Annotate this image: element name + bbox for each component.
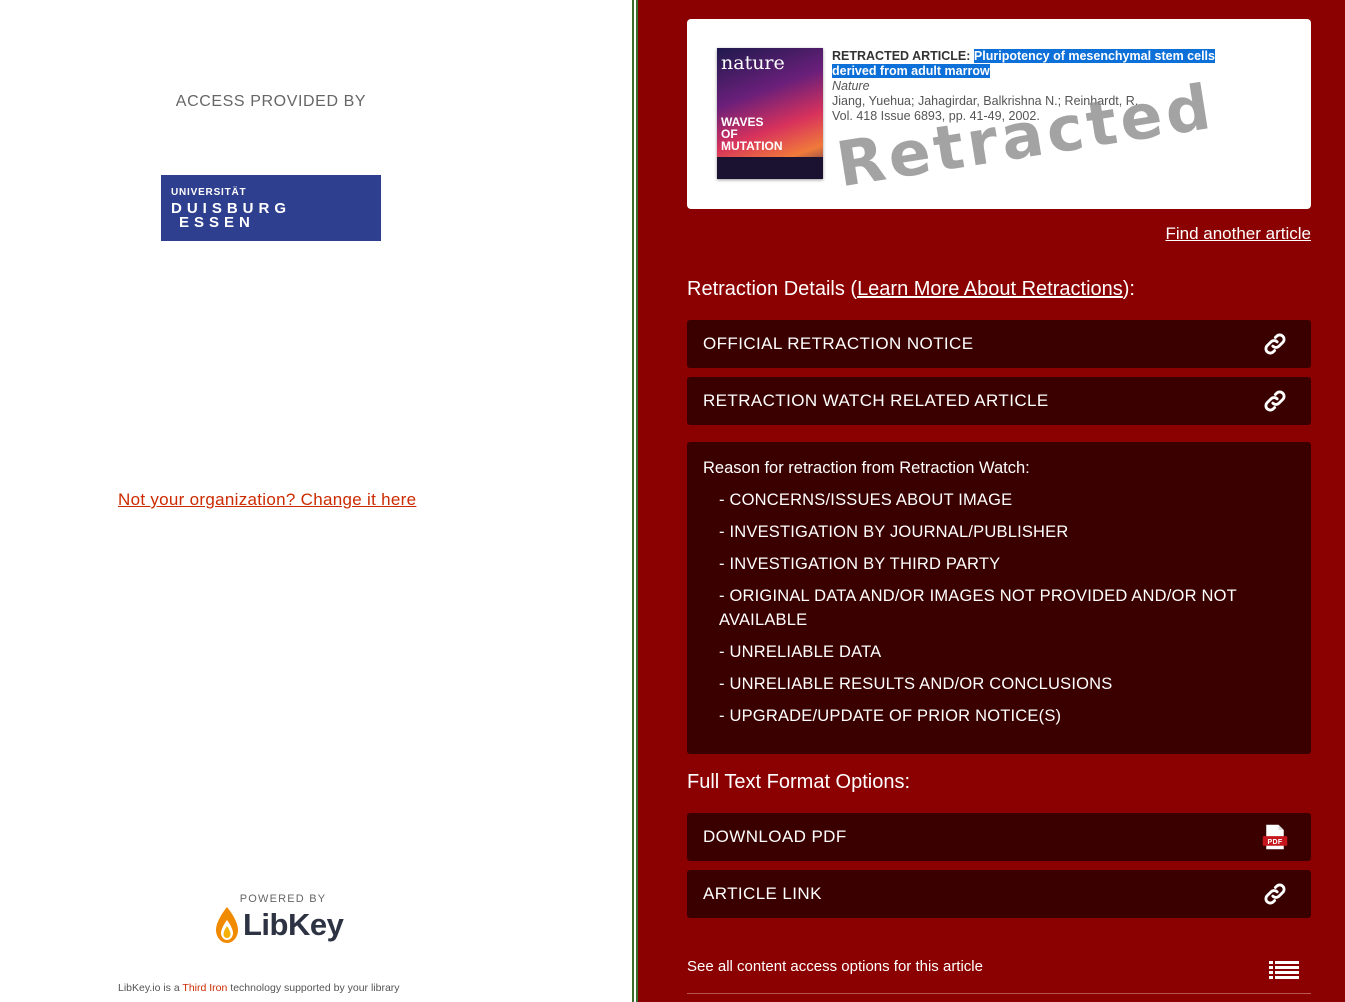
- cover-footer: [717, 157, 823, 179]
- article-link-label: ARTICLE LINK: [703, 884, 822, 903]
- article-citation: Vol. 418 Issue 6893, pp. 41-49, 2002.: [832, 109, 1040, 123]
- see-all-options-label: See all content access options for this …: [687, 958, 983, 975]
- article-authors: Jiang, Yuehua; Jahagirdar, Balkrishna N.…: [832, 94, 1139, 108]
- link-icon: [1261, 387, 1289, 415]
- powered-by-label: POWERED BY: [239, 893, 327, 905]
- reason-list: - CONCERNS/ISSUES ABOUT IMAGE - INVESTIG…: [703, 488, 1295, 728]
- reason-item: - INVESTIGATION BY JOURNAL/PUBLISHER: [719, 523, 1069, 541]
- retracted-kind-label: RETRACTED ARTICLE:: [832, 49, 971, 63]
- article-link-button[interactable]: ARTICLE LINK: [687, 870, 1311, 918]
- retraction-watch-article-button[interactable]: RETRACTION WATCH RELATED ARTICLE: [687, 377, 1311, 425]
- official-retraction-notice-button[interactable]: OFFICIAL RETRACTION NOTICE: [687, 320, 1311, 368]
- retraction-watch-article-label: RETRACTION WATCH RELATED ARTICLE: [703, 391, 1049, 410]
- institution-logo-line1: UNIVERSITÄT: [171, 187, 247, 198]
- reason-header: Reason for retraction from Retraction Wa…: [703, 459, 1030, 477]
- download-pdf-button[interactable]: DOWNLOAD PDF PDF: [687, 813, 1311, 861]
- retraction-heading-suffix: ):: [1122, 278, 1135, 300]
- third-iron-link[interactable]: Third Iron: [182, 982, 227, 994]
- download-pdf-label: DOWNLOAD PDF: [703, 827, 847, 846]
- find-another-article-link[interactable]: Find another article: [1165, 224, 1311, 244]
- reason-item: - UPGRADE/UPDATE OF PRIOR NOTICE(S): [719, 707, 1062, 725]
- list-icon: [1269, 960, 1299, 984]
- flame-drop-icon: [216, 907, 238, 943]
- pdf-file-icon: PDF: [1261, 823, 1289, 851]
- institution-logo: UNIVERSITÄT DUISBURG ESSEN: [161, 175, 381, 241]
- footer-suffix: technology supported by your library: [230, 982, 400, 994]
- retraction-heading-prefix: Retraction Details (: [687, 278, 858, 300]
- left-panel: ACCESS PROVIDED BY UNIVERSITÄT DUISBURG …: [0, 0, 632, 1002]
- reason-item: - INVESTIGATION BY THIRD PARTY: [719, 555, 1001, 573]
- reason-item: - CONCERNS/ISSUES ABOUT IMAGE: [719, 491, 1013, 509]
- right-panel: nature WAVES OF MUTATION RETRACTED ARTIC…: [638, 0, 1345, 1002]
- full-text-options-heading: Full Text Format Options:: [687, 771, 911, 793]
- see-all-options-row[interactable]: See all content access options for this …: [687, 958, 1311, 994]
- libkey-wordmark: LibKey: [243, 907, 344, 942]
- journal-name: Nature: [832, 79, 870, 93]
- reason-item: - UNRELIABLE RESULTS AND/OR CONCLUSIONS: [719, 675, 1113, 693]
- footer-prefix: LibKey.io is a: [118, 982, 180, 994]
- cover-masthead: nature: [721, 52, 785, 74]
- reason-item: - ORIGINAL DATA AND/OR IMAGES NOT PROVID…: [719, 587, 1237, 629]
- footer-note: LibKey.io is a Third Iron technology sup…: [118, 982, 400, 994]
- article-details: RETRACTED ARTICLE: Pluripotency of mesen…: [832, 49, 1252, 124]
- reason-item: - UNRELIABLE DATA: [719, 643, 882, 661]
- official-retraction-notice-label: OFFICIAL RETRACTION NOTICE: [703, 334, 974, 353]
- article-card: nature WAVES OF MUTATION RETRACTED ARTIC…: [687, 19, 1311, 209]
- learn-more-retractions-link[interactable]: Learn More About Retractions: [857, 278, 1123, 300]
- libkey-logo: LibKey: [214, 906, 344, 944]
- retraction-details-heading: Retraction Details (Learn More About Ret…: [687, 278, 1135, 301]
- change-organization-link[interactable]: Not your organization? Change it here: [118, 490, 416, 510]
- institution-logo-line3: ESSEN: [179, 214, 255, 231]
- link-icon: [1261, 880, 1289, 908]
- access-provided-label: ACCESS PROVIDED BY: [175, 93, 367, 110]
- link-icon: [1261, 330, 1289, 358]
- retraction-reasons-box: Reason for retraction from Retraction Wa…: [687, 442, 1311, 754]
- journal-cover-image: nature WAVES OF MUTATION: [717, 48, 823, 179]
- cover-headline: WAVES OF MUTATION: [721, 115, 783, 153]
- pdf-badge-text: PDF: [1267, 839, 1282, 846]
